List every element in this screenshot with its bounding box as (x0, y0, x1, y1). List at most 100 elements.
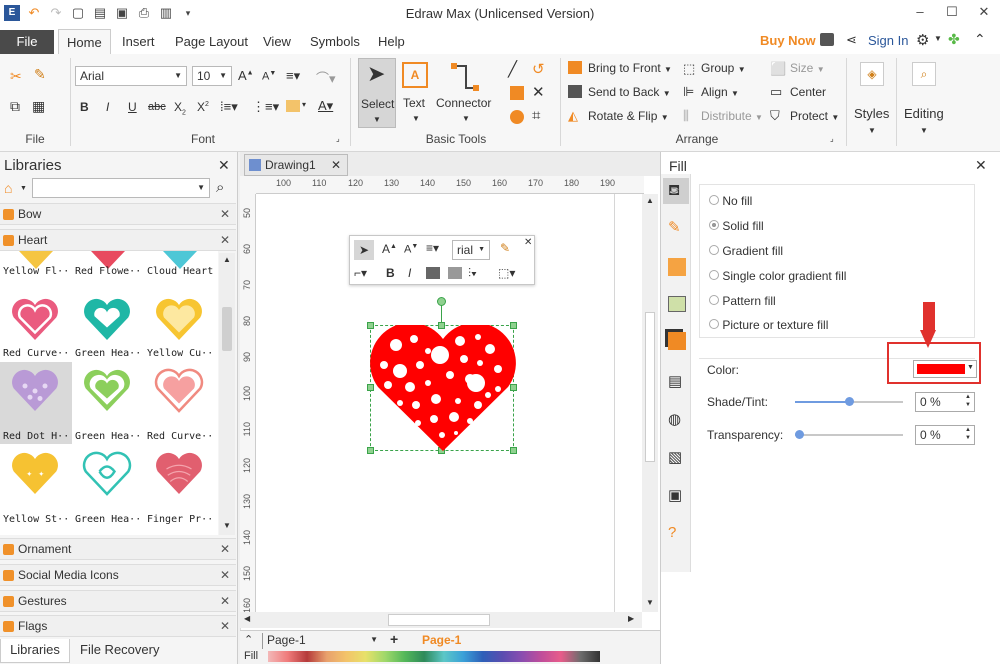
expand-pages-icon[interactable]: ⌃ (244, 633, 253, 646)
curve-tool-icon[interactable]: ↺ (532, 60, 545, 78)
grow-font-icon[interactable]: A▲ (238, 68, 254, 83)
line-tool-icon[interactable]: ╱ (508, 60, 517, 78)
protect-button[interactable]: Protect ▼ (790, 109, 839, 123)
select-tool-button[interactable]: ➤ Select ▼ (358, 58, 396, 128)
data-properties-icon[interactable]: ▤ (668, 372, 682, 390)
font-color-icon[interactable]: A▾ (318, 98, 333, 114)
close-category-icon[interactable]: ✕ (220, 539, 230, 559)
close-category-icon[interactable]: ✕ (220, 230, 230, 250)
group-button[interactable]: Group ▼ (701, 61, 746, 75)
library-scrollbar[interactable]: ▲ ▼ (219, 253, 235, 535)
radio-pattern-fill[interactable]: Pattern fill (709, 294, 776, 308)
bullets-icon[interactable]: ⋮≡▾ (252, 99, 279, 115)
canvas-vertical-scrollbar[interactable]: ▲ ▼ (642, 194, 658, 612)
scroll-up-icon[interactable]: ▲ (223, 255, 231, 264)
close-category-icon[interactable]: ✕ (220, 204, 230, 224)
font-name-field[interactable]: Arial ▼ (75, 66, 187, 86)
maximize-icon[interactable]: ☐ (936, 4, 968, 20)
scrollbar-thumb[interactable] (388, 614, 490, 626)
theme-icon[interactable]: ✤ (948, 31, 960, 48)
align-button[interactable]: Align ▼ (701, 85, 739, 99)
mini-italic-icon[interactable]: I (408, 266, 411, 280)
sign-in-link[interactable]: Sign In (868, 33, 908, 48)
page-selector[interactable]: Page-1 ▼ (262, 633, 378, 649)
paste-icon[interactable]: ▦ (32, 98, 45, 115)
underline-icon[interactable]: U (128, 100, 137, 114)
italic-icon[interactable]: I (106, 100, 109, 114)
arrange-dialog-launcher-icon[interactable]: ⌟ (830, 134, 834, 143)
color-picker-button[interactable]: ▼ (913, 360, 977, 378)
shrink-font-icon[interactable]: A▼ (262, 70, 276, 83)
distribute-button[interactable]: Distribute ▼ (701, 109, 763, 123)
mini-shrink-font-icon[interactable]: A▼ (404, 243, 418, 256)
help-icon[interactable]: ? (668, 524, 676, 541)
add-page-icon[interactable]: + (390, 631, 398, 647)
cut-icon[interactable]: ✂ (10, 68, 22, 85)
note-icon[interactable]: ▧ (668, 448, 682, 466)
spinner-arrows-icon[interactable]: ▲ ▼ (965, 426, 971, 442)
comment-icon[interactable]: ▣ (668, 486, 682, 504)
highlight-dropdown-icon[interactable]: ▾ (302, 100, 306, 109)
library-category-social-media-icons[interactable]: Social Media Icons ✕ (0, 564, 236, 586)
shape-item[interactable]: Green Hea·· (72, 362, 144, 444)
store-icon[interactable] (820, 33, 834, 46)
mini-bold-icon[interactable]: B (386, 266, 395, 280)
text-highlight-icon[interactable] (286, 100, 300, 112)
strikethrough-icon[interactable]: abc (148, 101, 166, 113)
scrollbar-thumb[interactable] (645, 312, 655, 462)
shape-item[interactable]: Red Curve·· (144, 362, 216, 444)
ellipse-tool-icon[interactable] (510, 110, 524, 124)
library-home-dropdown-icon[interactable]: ▼ (20, 185, 27, 192)
shape-item[interactable]: Finger Pr·· (144, 445, 216, 527)
scroll-up-icon[interactable]: ▲ (646, 196, 654, 205)
radio-picture-texture-fill[interactable]: Picture or texture fill (709, 318, 828, 332)
center-button[interactable]: Center (790, 85, 826, 99)
library-category-bow[interactable]: Bow ✕ (0, 203, 236, 225)
close-category-icon[interactable]: ✕ (220, 565, 230, 585)
shape-item[interactable]: Green Hea·· (72, 445, 144, 527)
format-painter-icon[interactable]: ✎ (34, 66, 46, 83)
bold-icon[interactable]: B (80, 100, 89, 114)
tab-help[interactable]: Help (378, 34, 405, 49)
text-align-icon[interactable]: ≡▾ (286, 68, 300, 84)
shadow-icon[interactable] (668, 258, 686, 276)
connector-tool-button[interactable]: Connector ▼ (436, 58, 494, 128)
size-dropdown-icon[interactable]: ▼ (219, 69, 227, 83)
scroll-right-icon[interactable]: ▶ (628, 614, 634, 623)
shape-item[interactable]: Cloud Heart (144, 251, 216, 279)
shade-slider-thumb[interactable] (845, 397, 854, 406)
scroll-down-icon[interactable]: ▼ (223, 521, 231, 530)
tab-insert[interactable]: Insert (122, 34, 155, 49)
transparency-slider-thumb[interactable] (795, 430, 804, 439)
spinner-arrows-icon[interactable]: ▲ ▼ (965, 393, 971, 409)
radio-gradient-fill[interactable]: Gradient fill (709, 244, 783, 258)
libraries-footer-tab[interactable]: Libraries (0, 639, 70, 663)
close-window-icon[interactable]: ✕ (968, 4, 1000, 20)
font-dropdown-icon[interactable]: ▼ (174, 69, 182, 83)
mini-connector-icon[interactable]: ⌐▾ (354, 266, 367, 280)
search-dropdown-icon[interactable]: ▼ (197, 181, 205, 195)
page-tab-active[interactable]: Page-1 (422, 633, 461, 647)
font-dialog-launcher-icon[interactable]: ⌟ (336, 134, 340, 143)
shade-value-spinner[interactable]: 0 % ▲ ▼ (915, 392, 975, 412)
buy-now-link[interactable]: Buy Now (760, 33, 816, 48)
mini-style-icon[interactable]: ⬚▾ (498, 266, 515, 280)
radio-solid-fill[interactable]: Solid fill (709, 219, 764, 233)
document-tab[interactable]: Drawing1 ✕ (244, 154, 348, 176)
mini-send-back-icon[interactable] (448, 267, 462, 279)
rotation-handle[interactable] (437, 297, 446, 306)
scroll-down-icon[interactable]: ▼ (646, 598, 654, 607)
superscript-icon[interactable]: X2 (197, 100, 209, 114)
shape-item[interactable]: ✦ ✦ Yellow St·· (0, 445, 72, 527)
mini-align-icon[interactable]: ≡▾ (426, 241, 439, 255)
rotate-flip-button[interactable]: Rotate & Flip ▼ (588, 109, 669, 123)
shape-item[interactable]: Red Curve·· (0, 279, 72, 361)
bullet-spacing-icon[interactable]: ⁞≡▾ (220, 99, 238, 115)
send-to-back-button[interactable]: Send to Back ▼ (588, 85, 671, 99)
close-category-icon[interactable]: ✕ (220, 616, 230, 636)
canvas-horizontal-scrollbar[interactable]: ◀ ▶ (240, 612, 642, 628)
tab-view[interactable]: View (263, 34, 291, 49)
page-dropdown-icon[interactable]: ▼ (370, 633, 378, 647)
mini-font-dropdown-icon[interactable]: ▼ (478, 243, 485, 257)
font-size-field[interactable]: 10 ▼ (192, 66, 232, 86)
